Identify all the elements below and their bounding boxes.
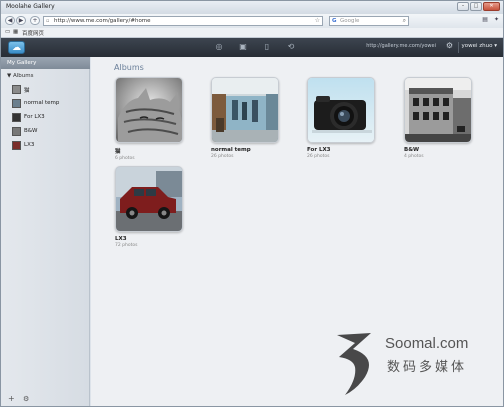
album-name[interactable]: B&W [404,147,472,153]
search-box[interactable]: G Google ⌕ [329,16,409,26]
add-album-button[interactable]: + [8,394,15,403]
album-count: 4 photos [404,154,424,159]
album-count: 26 photos [211,154,234,159]
sidebar-header-label: My Gallery [7,60,37,66]
sidebar-item-label: normal temp [24,100,60,106]
bookmarks-bar: ▭ ▦ 百度网页 [1,28,503,38]
album-name[interactable]: 猫 [115,147,183,155]
cat-photo [116,78,182,142]
page-title: Albums [114,63,144,72]
album-cover-image[interactable] [307,77,375,143]
window-controls: – □ ✕ [457,2,500,11]
soomal-logo-icon [337,333,371,395]
album-count: 72 photos [115,243,138,248]
sidebar-item-label: LX3 [24,142,35,148]
main-content: Albums 猫 6 photos normal temp 26 photos … [91,57,503,406]
files-icon[interactable]: ▯ [262,42,272,52]
watermark-text: Soomal.com [385,335,469,352]
new-tab-button[interactable]: + [30,16,40,25]
grid-icon[interactable]: ▦ [13,29,18,35]
album-cover-image[interactable] [211,77,279,143]
album-thumb-icon [12,141,21,150]
sidebar-settings-button[interactable]: ⚙ [23,395,29,403]
gallery-icon[interactable]: ◎ [214,42,224,52]
album-thumb-icon [12,113,21,122]
album-card-cat[interactable]: 猫 6 photos [115,77,183,161]
user-menu[interactable]: yowei zhuo ▾ [461,43,497,49]
app-header: ☁ ◎ ▣ ▯ ⟲ http://gallery.me.com/yowei ⚙ … [1,38,503,57]
album-cover-image[interactable] [115,166,183,232]
back-button[interactable]: ◀ [5,16,15,25]
album-card-lx3[interactable]: LX3 72 photos [115,166,183,248]
browser-tools: ▤ ✦ [482,16,499,23]
album-count: 6 photos [115,156,135,161]
minimize-button[interactable]: – [457,2,469,11]
page-menu-icon[interactable]: ▤ [482,16,488,23]
album-name[interactable]: normal temp [211,147,279,153]
page-icon: ▫ [46,18,50,24]
forward-button[interactable]: ▶ [16,16,26,25]
navigation-bar: ◀ ▶ + ▫ http://www.me.com/gallery/#home … [1,14,503,28]
sidebar-item-label: 猫 [24,88,30,94]
maximize-button[interactable]: □ [470,2,482,11]
watermark-cjk-text: 数码多媒体 [387,360,468,375]
sync-icon[interactable]: ⟲ [286,42,296,52]
album-cover-image[interactable] [404,77,472,143]
google-icon: G [332,18,337,24]
sidebar-item-lx3[interactable]: LX3 [1,139,90,153]
sidebar-item-normal-temp[interactable]: normal temp [1,97,90,111]
album-cover-image[interactable] [115,77,183,143]
photos-icon[interactable]: ▣ [238,42,248,52]
star-icon[interactable]: ☆ [315,17,320,24]
album-card-bw[interactable]: B&W 4 photos [404,77,472,159]
car-photo [116,167,182,231]
search-placeholder: Google [340,18,360,24]
account-link[interactable]: http://gallery.me.com/yowei [366,43,436,49]
address-url: http://www.me.com/gallery/#home [54,18,151,24]
album-thumb-icon [12,99,21,108]
bookmark-item[interactable]: 百度网页 [22,29,44,37]
address-bar[interactable]: ▫ http://www.me.com/gallery/#home ☆ [43,16,323,26]
cloud-icon: ☁ [12,43,21,53]
mobileme-cloud-button[interactable]: ☁ [8,41,25,54]
sidebar-footer: + ⚙ [1,392,90,406]
albums-section-toggle[interactable]: ▼ Albums [7,73,33,79]
sidebar: My Gallery ▼ Albums 猫 normal temp For LX… [1,57,90,406]
sidebar-item-bw[interactable]: B&W [1,125,90,139]
building-photo [405,78,471,142]
tools-menu-icon[interactable]: ✦ [494,16,499,23]
album-count: 26 photos [307,154,330,159]
bookmark-icon[interactable]: ▭ [5,29,10,35]
search-icon[interactable]: ⌕ [403,17,406,25]
sidebar-item-cat[interactable]: 猫 [1,83,90,97]
settings-icon[interactable]: ⚙ [446,41,453,50]
album-name[interactable]: For LX3 [307,147,375,153]
album-thumb-icon [12,127,21,136]
album-thumb-icon [12,85,21,94]
close-button[interactable]: ✕ [483,2,500,11]
title-bar: Moolahe Gallery – □ ✕ [1,1,503,14]
header-divider [458,42,459,53]
sidebar-header[interactable]: My Gallery [1,57,90,69]
album-card-normal-temp[interactable]: normal temp 26 photos [211,77,279,159]
browser-window: Moolahe Gallery – □ ✕ ◀ ▶ + ▫ http://www… [0,0,504,407]
sidebar-item-label: For LX3 [24,114,45,120]
sidebar-item-for-lx3[interactable]: For LX3 [1,111,90,125]
shop-photo [212,78,278,142]
album-name[interactable]: LX3 [115,236,183,242]
album-card-for-lx3[interactable]: For LX3 26 photos [307,77,375,159]
camera-photo [308,78,374,142]
window-title: Moolahe Gallery [6,3,55,10]
sidebar-item-label: B&W [24,128,38,134]
